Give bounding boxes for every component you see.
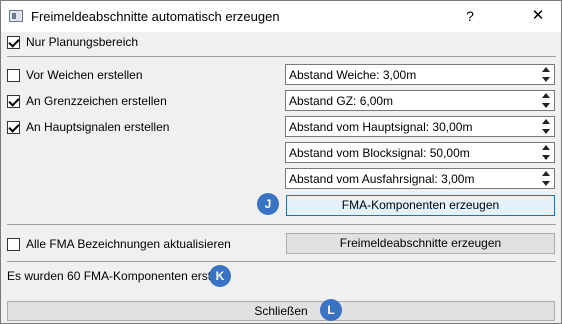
arrow-down-icon[interactable]	[542, 103, 550, 108]
an-hauptsignalen-checkbox[interactable]: An Hauptsignalen erstellen	[7, 119, 169, 135]
spinbox-value: Abstand vom Ausfahrsignal: 3,00m	[289, 172, 475, 186]
checkbox-label: Vor Weichen erstellen	[26, 68, 143, 82]
close-window-button[interactable]: ✕	[528, 6, 548, 26]
checkbox-box[interactable]	[7, 120, 20, 134]
dialog-window: Freimeldeabschnitte automatisch erzeugen…	[0, 0, 562, 324]
checkbox-label: An Hauptsignalen erstellen	[26, 120, 170, 134]
arrow-up-icon[interactable]	[542, 119, 550, 124]
abstand-weiche-spinbox[interactable]: Abstand Weiche: 3,00m	[285, 64, 555, 85]
abstand-hauptsignal-spinbox[interactable]: Abstand vom Hauptsignal: 30,00m	[285, 116, 555, 137]
status-message: Es wurden 60 FMA-Komponenten erstellt	[7, 269, 227, 283]
vor-weichen-checkbox[interactable]: Vor Weichen erstellen	[7, 67, 143, 83]
arrow-up-icon[interactable]	[542, 171, 550, 176]
arrow-down-icon[interactable]	[542, 129, 550, 134]
spinbox-arrows[interactable]	[541, 93, 552, 108]
arrow-up-icon[interactable]	[542, 93, 550, 98]
spinbox-arrows[interactable]	[541, 67, 552, 82]
arrow-down-icon[interactable]	[542, 155, 550, 160]
arrow-down-icon[interactable]	[542, 181, 550, 186]
checkbox-label: Nur Planungsbereich	[26, 35, 139, 49]
spinbox-value: Abstand vom Hauptsignal: 30,00m	[289, 120, 473, 134]
annotation-badge-k: K	[209, 265, 231, 287]
help-button[interactable]: ?	[460, 6, 480, 26]
arrow-down-icon[interactable]	[542, 77, 550, 82]
checkbox-box[interactable]	[7, 237, 20, 251]
annotation-badge-j: J	[257, 193, 279, 215]
checkbox-box[interactable]	[7, 94, 20, 108]
checkbox-label: Alle FMA Bezeichnungen aktualisieren	[26, 237, 231, 251]
spinbox-arrows[interactable]	[541, 145, 552, 160]
abstand-gz-spinbox[interactable]: Abstand GZ: 6,00m	[285, 90, 555, 111]
nur-planungsbereich-checkbox[interactable]: Nur Planungsbereich	[7, 34, 138, 50]
fma-komponenten-erzeugen-button[interactable]: FMA-Komponenten erzeugen	[286, 195, 555, 216]
spinbox-arrows[interactable]	[541, 119, 552, 134]
spinbox-value: Abstand vom Blocksignal: 50,00m	[289, 146, 470, 160]
freimeldeabschnitte-erzeugen-button[interactable]: Freimeldeabschnitte erzeugen	[286, 233, 555, 254]
an-grenzzeichen-checkbox[interactable]: An Grenzzeichen erstellen	[7, 93, 167, 109]
checkbox-box[interactable]	[7, 68, 20, 82]
spinbox-value: Abstand Weiche: 3,00m	[289, 68, 417, 82]
divider	[7, 224, 556, 225]
spinbox-arrows[interactable]	[541, 171, 552, 186]
arrow-up-icon[interactable]	[542, 145, 550, 150]
abstand-blocksignal-spinbox[interactable]: Abstand vom Blocksignal: 50,00m	[285, 142, 555, 163]
schliessen-button[interactable]: Schließen	[7, 301, 555, 321]
arrow-up-icon[interactable]	[542, 67, 550, 72]
annotation-badge-l: L	[320, 299, 342, 321]
checkbox-box[interactable]	[7, 35, 20, 49]
window-title: Freimeldeabschnitte automatisch erzeugen	[31, 9, 280, 24]
divider	[7, 56, 556, 57]
app-icon	[9, 10, 23, 22]
divider	[7, 261, 556, 262]
alle-fma-bezeichnungen-checkbox[interactable]: Alle FMA Bezeichnungen aktualisieren	[7, 236, 231, 252]
title-bar: Freimeldeabschnitte automatisch erzeugen…	[1, 1, 561, 32]
checkbox-label: An Grenzzeichen erstellen	[26, 94, 167, 108]
spinbox-value: Abstand GZ: 6,00m	[289, 94, 394, 108]
abstand-ausfahrsignal-spinbox[interactable]: Abstand vom Ausfahrsignal: 3,00m	[285, 168, 555, 189]
